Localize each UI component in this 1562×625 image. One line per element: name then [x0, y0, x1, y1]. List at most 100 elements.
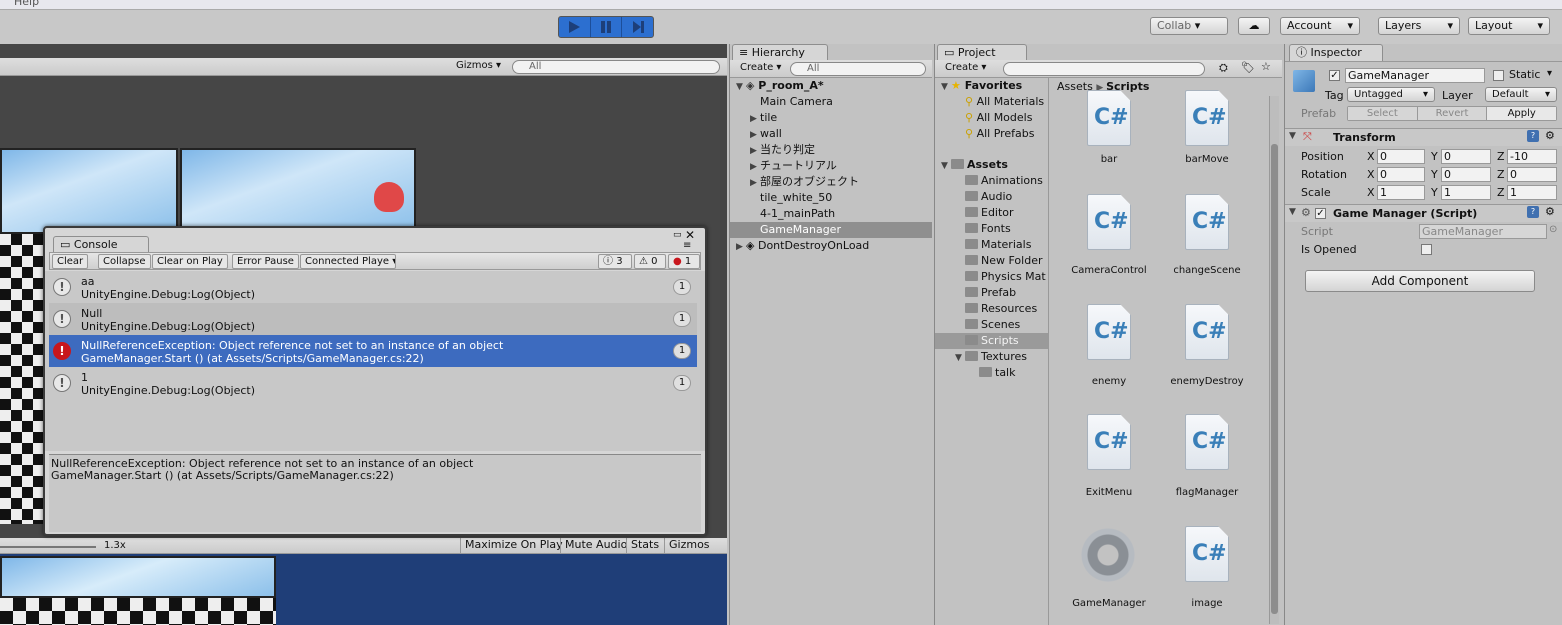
- csharp-script-icon[interactable]: C#: [1185, 526, 1229, 582]
- transform-header[interactable]: ▼ ⤧ Transform ? ⚙: [1285, 128, 1562, 146]
- csharp-script-icon[interactable]: C#: [1185, 304, 1229, 360]
- prefab-select-button[interactable]: Select: [1348, 107, 1418, 120]
- tab-hierarchy[interactable]: ≡ Hierarchy: [732, 44, 828, 61]
- position-x-field[interactable]: 0: [1377, 149, 1425, 164]
- csharp-script-icon[interactable]: C#: [1185, 414, 1229, 470]
- tab-console[interactable]: ▭ Console: [53, 236, 149, 253]
- clear-on-play-button[interactable]: Clear on Play: [152, 254, 228, 269]
- layers-button[interactable]: Layers ▾: [1378, 17, 1460, 35]
- warning-filter-toggle[interactable]: ⚠ 0: [634, 254, 666, 269]
- hierarchy-item[interactable]: tile_white_50: [760, 190, 832, 206]
- favorite-item[interactable]: ⚲ All Models: [965, 110, 1032, 126]
- is-opened-checkbox[interactable]: [1421, 244, 1432, 255]
- filter-type-icon[interactable]: ⛭: [1219, 61, 1228, 75]
- step-button[interactable]: [622, 17, 653, 37]
- game-view[interactable]: 1.3x Maximize On Play Mute Audio Stats G…: [0, 538, 727, 625]
- hierarchy-item[interactable]: 4-1_mainPath: [760, 206, 835, 222]
- panel-menu-icon[interactable]: ≡: [683, 240, 691, 251]
- csharp-script-icon[interactable]: C#: [1087, 304, 1131, 360]
- folder-item[interactable]: Animations: [965, 173, 1043, 189]
- position-z-field[interactable]: -10: [1507, 149, 1557, 164]
- project-search-input[interactable]: [1003, 62, 1205, 76]
- add-component-button[interactable]: Add Component: [1305, 270, 1535, 292]
- scene-search-input[interactable]: All: [512, 60, 720, 74]
- assets-root[interactable]: ▼ Assets: [941, 157, 1008, 173]
- favorite-star-icon[interactable]: ☆: [1261, 60, 1271, 73]
- hierarchy-item[interactable]: ▶ チュートリアル: [750, 158, 837, 174]
- prefab-apply-button[interactable]: Apply: [1487, 107, 1557, 120]
- settings-gear-icon[interactable]: ⚙: [1545, 129, 1555, 142]
- csharp-script-icon[interactable]: C#: [1087, 414, 1131, 470]
- layout-button[interactable]: Layout ▾: [1468, 17, 1550, 35]
- maximize-on-play-button[interactable]: Maximize On Play: [460, 538, 567, 553]
- component-enabled-checkbox[interactable]: ✓: [1315, 208, 1326, 219]
- folder-item-selected[interactable]: Scripts: [935, 333, 1048, 349]
- project-create-button[interactable]: Create ▾: [945, 62, 986, 73]
- script-reference-field[interactable]: GameManager: [1419, 224, 1547, 239]
- layer-dropdown[interactable]: Default ▾: [1485, 87, 1557, 102]
- console-log-row[interactable]: ! 1 UnityEngine.Debug:Log(Object) 1: [49, 367, 697, 399]
- hierarchy-item[interactable]: Main Camera: [760, 94, 833, 110]
- hierarchy-item[interactable]: ▶ wall: [750, 126, 782, 142]
- settings-gear-icon[interactable]: ⚙: [1545, 205, 1555, 218]
- log-filter-toggle[interactable]: ⓘ 3: [598, 254, 632, 269]
- error-filter-toggle[interactable]: ● 1: [668, 254, 700, 269]
- help-icon[interactable]: ?: [1527, 206, 1539, 218]
- collab-button[interactable]: Collab ▾: [1150, 17, 1228, 35]
- object-name-field[interactable]: GameManager: [1345, 68, 1485, 83]
- folder-item[interactable]: Resources: [965, 301, 1037, 317]
- cloud-button[interactable]: ☁: [1238, 17, 1270, 35]
- csharp-script-icon[interactable]: C#: [1185, 90, 1229, 146]
- console-log-row-selected[interactable]: ! NullReferenceException: Object referen…: [49, 335, 697, 367]
- rotation-y-field[interactable]: 0: [1441, 167, 1491, 182]
- game-scale-slider[interactable]: [0, 546, 96, 548]
- hierarchy-item[interactable]: ▶ 部屋のオブジェクト: [750, 174, 859, 190]
- active-checkbox[interactable]: ✓: [1329, 70, 1340, 81]
- folder-item[interactable]: Materials: [965, 237, 1031, 253]
- clear-button[interactable]: Clear: [52, 254, 89, 269]
- scene-gizmos-button[interactable]: Gizmos ▾: [456, 60, 501, 71]
- folder-item[interactable]: Editor: [965, 205, 1014, 221]
- rotation-x-field[interactable]: 0: [1377, 167, 1425, 182]
- position-y-field[interactable]: 0: [1441, 149, 1491, 164]
- object-picker-icon[interactable]: ⊙: [1549, 224, 1557, 235]
- error-pause-button[interactable]: Error Pause: [232, 254, 299, 269]
- console-window[interactable]: ▭ Console ▭ ✕ ≡ Clear Collapse Clear on …: [43, 226, 707, 536]
- folder-item[interactable]: Scenes: [965, 317, 1020, 333]
- mute-audio-button[interactable]: Mute Audio: [560, 538, 631, 553]
- hierarchy-search-input[interactable]: All: [790, 62, 926, 76]
- collapse-button[interactable]: Collapse: [98, 254, 151, 269]
- scale-x-field[interactable]: 1: [1377, 185, 1425, 200]
- tag-dropdown[interactable]: Untagged ▾: [1347, 87, 1435, 102]
- static-checkbox[interactable]: [1493, 70, 1504, 81]
- csharp-script-icon[interactable]: C#: [1087, 194, 1131, 250]
- account-button[interactable]: Account ▾: [1280, 17, 1360, 35]
- prefab-revert-button[interactable]: Revert: [1417, 107, 1488, 120]
- stats-button[interactable]: Stats: [626, 538, 663, 553]
- filter-label-icon[interactable]: 🏷: [1241, 61, 1255, 74]
- help-icon[interactable]: ?: [1527, 130, 1539, 142]
- pause-button[interactable]: [591, 17, 623, 37]
- hierarchy-create-button[interactable]: Create ▾: [740, 62, 781, 73]
- folder-item[interactable]: talk: [979, 365, 1015, 381]
- scale-z-field[interactable]: 1: [1507, 185, 1557, 200]
- gear-script-icon[interactable]: [1081, 528, 1135, 582]
- console-log-row[interactable]: ! Null UnityEngine.Debug:Log(Object) 1: [49, 303, 697, 335]
- folder-item[interactable]: Fonts: [965, 221, 1011, 237]
- scene-root[interactable]: ▼ ◈ P_room_A*: [736, 78, 926, 94]
- dont-destroy-root[interactable]: ▶ ◈ DontDestroyOnLoad: [736, 238, 926, 254]
- favorite-item[interactable]: ⚲ All Prefabs: [965, 126, 1035, 142]
- favorite-item[interactable]: ⚲ All Materials: [965, 94, 1044, 110]
- hierarchy-item[interactable]: ▶ tile: [750, 110, 777, 126]
- asset-scrollbar[interactable]: [1269, 96, 1279, 624]
- csharp-script-icon[interactable]: C#: [1087, 90, 1131, 146]
- rotation-z-field[interactable]: 0: [1507, 167, 1557, 182]
- scale-y-field[interactable]: 1: [1441, 185, 1491, 200]
- favorites-root[interactable]: ▼ ★ Favorites: [941, 78, 1022, 94]
- folder-item[interactable]: Audio: [965, 189, 1012, 205]
- static-dropdown-icon[interactable]: ▾: [1547, 68, 1552, 79]
- tab-project[interactable]: ▭ Project: [937, 44, 1027, 61]
- play-button[interactable]: [559, 17, 591, 37]
- folder-item[interactable]: New Folder: [965, 253, 1042, 269]
- console-log-row[interactable]: ! aa UnityEngine.Debug:Log(Object) 1: [49, 271, 697, 303]
